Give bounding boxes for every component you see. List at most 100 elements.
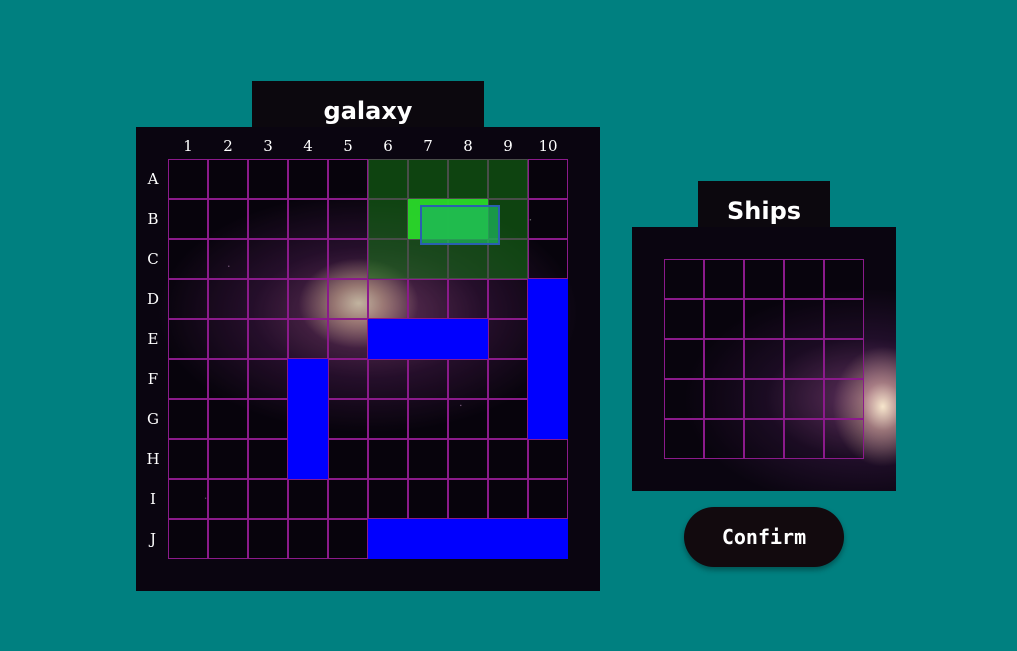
ships-cell[interactable] [824, 379, 864, 419]
board-cell-a10[interactable] [528, 159, 568, 199]
board-cell-c1[interactable] [168, 239, 208, 279]
board-cell-i3[interactable] [248, 479, 288, 519]
board-cell-f6[interactable] [368, 359, 408, 399]
ships-cell[interactable] [784, 419, 824, 459]
board-cell-j6[interactable] [368, 519, 408, 559]
board-cell-e8[interactable] [448, 319, 488, 359]
board-cell-h2[interactable] [208, 439, 248, 479]
board-cell-b1[interactable] [168, 199, 208, 239]
ships-cell[interactable] [664, 299, 704, 339]
board-cell-h6[interactable] [368, 439, 408, 479]
board-cell-a4[interactable] [288, 159, 328, 199]
board-cell-d9[interactable] [488, 279, 528, 319]
board-cell-d10[interactable] [528, 279, 568, 319]
board-cell-f3[interactable] [248, 359, 288, 399]
board-cell-h7[interactable] [408, 439, 448, 479]
board-cell-j3[interactable] [248, 519, 288, 559]
board-cell-i10[interactable] [528, 479, 568, 519]
board-cell-c4[interactable] [288, 239, 328, 279]
board-cell-g1[interactable] [168, 399, 208, 439]
board-cell-b4[interactable] [288, 199, 328, 239]
board-cell-e2[interactable] [208, 319, 248, 359]
board-cell-b10[interactable] [528, 199, 568, 239]
ships-cell[interactable] [784, 259, 824, 299]
board-cell-c8[interactable] [448, 239, 488, 279]
board-cell-j1[interactable] [168, 519, 208, 559]
board-cell-d5[interactable] [328, 279, 368, 319]
board-cell-f10[interactable] [528, 359, 568, 399]
board-cell-e1[interactable] [168, 319, 208, 359]
ships-cell[interactable] [824, 299, 864, 339]
board-cell-j2[interactable] [208, 519, 248, 559]
board-cell-a9[interactable] [488, 159, 528, 199]
board-cell-g3[interactable] [248, 399, 288, 439]
board-cell-c6[interactable] [368, 239, 408, 279]
ships-cell[interactable] [824, 259, 864, 299]
board-cell-d1[interactable] [168, 279, 208, 319]
board-cell-e5[interactable] [328, 319, 368, 359]
board-cell-c7[interactable] [408, 239, 448, 279]
board-cell-g4[interactable] [288, 399, 328, 439]
board-cell-i8[interactable] [448, 479, 488, 519]
board-cell-a6[interactable] [368, 159, 408, 199]
ships-cell[interactable] [664, 379, 704, 419]
board-cell-h4[interactable] [288, 439, 328, 479]
board-cell-i5[interactable] [328, 479, 368, 519]
board-cell-f2[interactable] [208, 359, 248, 399]
board-cell-g6[interactable] [368, 399, 408, 439]
ships-cell[interactable] [744, 419, 784, 459]
ships-cell[interactable] [704, 339, 744, 379]
board-cell-f5[interactable] [328, 359, 368, 399]
board-cell-b6[interactable] [368, 199, 408, 239]
board-cell-e6[interactable] [368, 319, 408, 359]
board-cell-d8[interactable] [448, 279, 488, 319]
board-cell-e9[interactable] [488, 319, 528, 359]
board-cell-f9[interactable] [488, 359, 528, 399]
board-cell-b9[interactable] [488, 199, 528, 239]
board-cell-a3[interactable] [248, 159, 288, 199]
board-cell-d3[interactable] [248, 279, 288, 319]
board-cell-h3[interactable] [248, 439, 288, 479]
board-cell-e7[interactable] [408, 319, 448, 359]
board-cell-e3[interactable] [248, 319, 288, 359]
board-cell-h10[interactable] [528, 439, 568, 479]
board-cell-e10[interactable] [528, 319, 568, 359]
board-cell-c2[interactable] [208, 239, 248, 279]
board-cell-f8[interactable] [448, 359, 488, 399]
board-cell-b3[interactable] [248, 199, 288, 239]
ships-cell[interactable] [784, 339, 824, 379]
board-cell-f4[interactable] [288, 359, 328, 399]
ships-cell[interactable] [664, 259, 704, 299]
board-cell-g10[interactable] [528, 399, 568, 439]
board-cell-i4[interactable] [288, 479, 328, 519]
board-cell-a2[interactable] [208, 159, 248, 199]
board-cell-d2[interactable] [208, 279, 248, 319]
confirm-button[interactable]: Confirm [684, 507, 844, 567]
ships-cell[interactable] [664, 419, 704, 459]
ships-cell[interactable] [664, 339, 704, 379]
board-cell-g5[interactable] [328, 399, 368, 439]
board-cell-h5[interactable] [328, 439, 368, 479]
board-cell-i6[interactable] [368, 479, 408, 519]
board-cell-c5[interactable] [328, 239, 368, 279]
board-cell-b5[interactable] [328, 199, 368, 239]
board-cell-h1[interactable] [168, 439, 208, 479]
board-cell-i1[interactable] [168, 479, 208, 519]
board-cell-j4[interactable] [288, 519, 328, 559]
board-cell-h8[interactable] [448, 439, 488, 479]
board-cell-b8[interactable] [448, 199, 488, 239]
board-cell-j5[interactable] [328, 519, 368, 559]
board-cell-d4[interactable] [288, 279, 328, 319]
board-cell-i9[interactable] [488, 479, 528, 519]
board-cell-i2[interactable] [208, 479, 248, 519]
board-cell-g2[interactable] [208, 399, 248, 439]
board-cell-j9[interactable] [488, 519, 528, 559]
board-cell-a8[interactable] [448, 159, 488, 199]
board-cell-a1[interactable] [168, 159, 208, 199]
board-cell-c10[interactable] [528, 239, 568, 279]
board-cell-c3[interactable] [248, 239, 288, 279]
board-cell-c9[interactable] [488, 239, 528, 279]
ships-cell[interactable] [824, 339, 864, 379]
board-cell-b7[interactable] [408, 199, 448, 239]
ships-cell[interactable] [784, 299, 824, 339]
